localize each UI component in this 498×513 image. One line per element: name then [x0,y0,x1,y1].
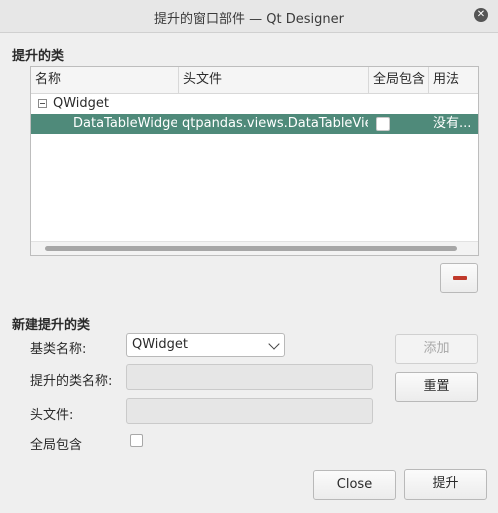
header-file-input[interactable] [126,398,373,424]
column-header-name[interactable]: 名称 [31,67,179,93]
column-header-global[interactable]: 全局包含 [369,67,429,93]
promoted-class-name-label: 提升的类名称: [30,374,113,389]
promoted-class-usage: 没有... [433,116,472,131]
promoted-classes-heading: 提升的类 [12,49,65,64]
global-include-checkbox[interactable] [130,434,143,447]
title-bar: 提升的窗口部件 — Qt Designer ✕ [0,0,498,33]
base-class-select[interactable]: QWidget [126,333,285,357]
close-button[interactable]: Close [313,470,396,500]
global-include-label: 全局包含 [30,438,83,453]
window-title: 提升的窗口部件 — Qt Designer [154,12,344,27]
add-button[interactable]: 添加 [395,334,478,364]
base-class-name: QWidget [53,96,110,111]
base-class-selected-value: QWidget [132,337,189,352]
collapse-icon[interactable] [38,99,47,108]
header-file-label: 头文件: [30,408,74,423]
horizontal-scrollbar[interactable] [31,241,478,255]
promoted-classes-tree[interactable]: 名称 头文件 全局包含 用法 QWidget DataTableWidget q… [30,66,479,256]
promoted-class-header: qtpandas.views.DataTableView [182,116,368,131]
tree-row-base[interactable]: QWidget [31,94,478,114]
tree-header: 名称 头文件 全局包含 用法 [31,67,478,94]
new-promoted-class-heading: 新建提升的类 [12,318,91,333]
minus-icon [453,276,467,280]
promoted-class-name-input[interactable] [126,364,373,390]
scrollbar-thumb[interactable] [45,246,457,251]
base-class-label: 基类名称: [30,342,87,357]
tree-row-promoted[interactable]: DataTableWidget qtpandas.views.DataTable… [31,114,478,134]
promoted-class-name: DataTableWidget [73,116,177,131]
chevron-down-icon [268,338,280,350]
close-window-icon[interactable]: ✕ [474,8,488,22]
column-header-usage[interactable]: 用法 [429,67,478,93]
global-include-checkbox-cell[interactable] [376,117,390,131]
remove-button[interactable] [440,263,478,293]
column-header-file[interactable]: 头文件 [179,67,369,93]
reset-button[interactable]: 重置 [395,372,478,402]
promote-button[interactable]: 提升 [404,469,487,500]
